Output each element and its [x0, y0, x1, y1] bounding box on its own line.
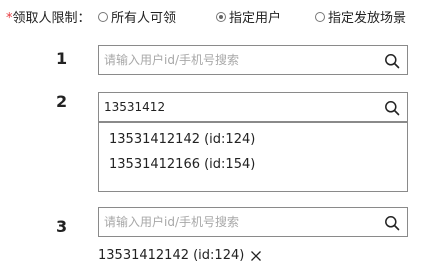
search-icon[interactable] — [384, 215, 400, 231]
radio-all-users-label: 所有人可领 — [111, 11, 177, 26]
radio-specified-users-label: 指定用户 — [229, 11, 282, 26]
restriction-label-text: 领取人限制： — [12, 11, 91, 26]
search-results-dropdown: 13531412142 (id:124) 13531412166 (id:154… — [98, 122, 408, 192]
user-search-input-2[interactable] — [104, 93, 374, 121]
search-result-item[interactable]: 13531412166 (id:154) — [109, 157, 255, 172]
radio-all-users[interactable]: 所有人可领 — [98, 7, 176, 26]
radio-specified-scene[interactable]: 指定发放场景 — [315, 7, 406, 26]
radio-circle-icon[interactable] — [315, 11, 325, 22]
step-number-1: 1 — [56, 49, 68, 68]
search-icon[interactable] — [384, 53, 400, 69]
user-search-input-1[interactable] — [104, 46, 374, 74]
user-search-input-3[interactable] — [104, 208, 374, 236]
close-icon[interactable] — [250, 250, 262, 262]
radio-circle-icon[interactable] — [98, 11, 108, 22]
user-search-box-1 — [98, 45, 408, 75]
step-number-3: 3 — [56, 217, 68, 236]
search-icon[interactable] — [384, 100, 400, 116]
radio-specified-scene-label: 指定发放场景 — [328, 11, 407, 26]
user-search-box-2 — [98, 92, 408, 122]
radio-circle-checked-icon[interactable] — [216, 11, 226, 22]
search-result-item[interactable]: 13531412142 (id:124) — [109, 132, 255, 147]
selected-user-label: 13531412142 (id:124) — [98, 248, 245, 263]
restriction-label: *领取人限制： — [6, 7, 91, 26]
user-search-box-3 — [98, 207, 408, 237]
radio-specified-users[interactable]: 指定用户 — [216, 7, 281, 26]
step-number-2: 2 — [56, 92, 68, 111]
selected-user-tag: 13531412142 (id:124) — [98, 248, 262, 263]
